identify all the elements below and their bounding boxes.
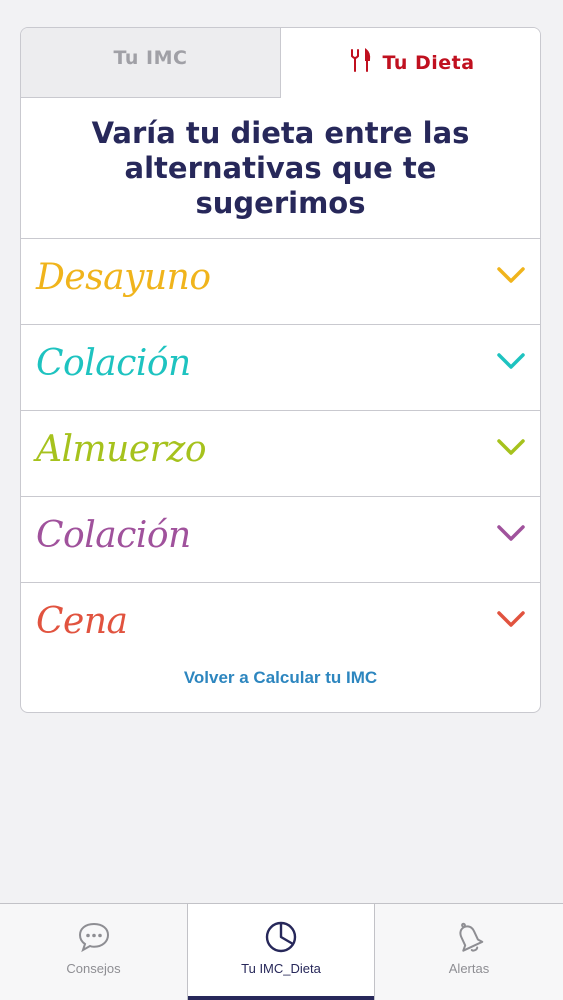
bell-icon — [459, 922, 484, 952]
page-title: Varía tu dieta entre las alternativas qu… — [91, 115, 470, 220]
tab-tu-imc-label: Tu IMC — [113, 46, 188, 69]
recalculate-imc-link[interactable]: Volver a Calcular tu IMC — [21, 668, 540, 688]
tabbar-item-consejos[interactable]: Consejos — [0, 904, 187, 1000]
tab-tu-imc[interactable]: Tu IMC — [21, 28, 281, 98]
diet-heading: Varía tu dieta entre las alternativas qu… — [21, 98, 540, 239]
meal-row-almuerzo[interactable]: Almuerzo — [21, 411, 540, 497]
chevron-down-icon — [497, 439, 525, 455]
pie-chart-icon — [265, 921, 297, 953]
meal-label: Desayuno — [36, 257, 211, 298]
tabbar-item-tu-imc-dieta[interactable]: Tu IMC_Dieta — [187, 904, 375, 1000]
meal-label: Almuerzo — [36, 429, 207, 470]
tabbar-item-alertas[interactable]: Alertas — [375, 904, 563, 1000]
meal-label: Colación — [36, 343, 191, 384]
chat-bubble-icon — [78, 922, 109, 953]
meal-row-desayuno[interactable]: Desayuno — [21, 239, 540, 325]
chevron-down-icon — [497, 267, 525, 283]
tabbar-label: Consejos — [66, 961, 121, 976]
chevron-down-icon — [497, 353, 525, 369]
tab-tu-dieta-label: Tu Dieta — [382, 52, 475, 74]
active-tab-indicator — [188, 996, 374, 1000]
cutlery-icon — [351, 47, 371, 72]
segmented-tabs: Tu IMC Tu Dieta — [21, 28, 540, 98]
meal-label: Colación — [36, 515, 191, 556]
chevron-down-icon — [497, 525, 525, 541]
tabbar-label: Tu IMC_Dieta — [241, 961, 321, 976]
diet-card: Tu IMC Tu Dieta Varía tu dieta entre las… — [20, 27, 541, 713]
meal-row-colacion-2[interactable]: Colación — [21, 497, 540, 583]
tabbar-label: Alertas — [448, 961, 490, 976]
meal-row-cena[interactable]: Cena — [21, 583, 540, 669]
chevron-down-icon — [497, 611, 525, 627]
meal-row-colacion-1[interactable]: Colación — [21, 325, 540, 411]
tab-tu-dieta[interactable]: Tu Dieta — [281, 28, 540, 98]
meal-label: Cena — [36, 601, 128, 642]
bottom-tab-bar: Consejos Tu IMC_Dieta Alertas — [0, 903, 563, 1000]
